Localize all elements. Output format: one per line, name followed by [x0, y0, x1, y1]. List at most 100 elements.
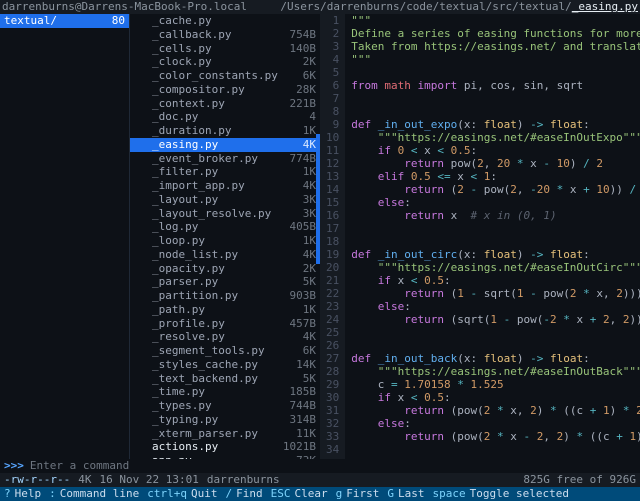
file-size: 774B: [290, 152, 317, 166]
help-text: Toggle selected: [470, 487, 569, 501]
file-row[interactable]: _color_constants.py6K: [130, 69, 320, 83]
file-row[interactable]: _layout.py 3K: [130, 193, 320, 207]
file-row[interactable]: _profile.py 457B: [130, 317, 320, 331]
file-name: _easing.py: [152, 138, 218, 152]
file-name: _types.py: [152, 399, 212, 413]
file-owner-label: darrenburns: [207, 473, 280, 487]
file-name: _time.py: [152, 385, 205, 399]
file-name: _context.py: [152, 97, 225, 111]
file-size: 5K: [303, 372, 316, 386]
help-text: Find: [236, 487, 263, 501]
file-size: 11K: [296, 427, 316, 441]
file-row[interactable]: actions.py1021B: [130, 440, 320, 454]
file-row[interactable]: _import_app.py4K: [130, 179, 320, 193]
file-name: _loop.py: [152, 234, 205, 248]
file-size: 744B: [290, 399, 317, 413]
file-row[interactable]: _easing.py4K: [130, 138, 320, 152]
file-row[interactable]: _types.py 744B: [130, 399, 320, 413]
file-size: 4K: [303, 248, 316, 262]
file-row[interactable]: _typing.py314B: [130, 413, 320, 427]
file-row[interactable]: _cache.py: [130, 14, 320, 28]
help-text: Command line: [60, 487, 139, 501]
help-key[interactable]: /: [225, 487, 232, 501]
file-row[interactable]: _node_list.py4K: [130, 248, 320, 262]
help-text: First: [346, 487, 379, 501]
file-row[interactable]: _opacity.py 2K: [130, 262, 320, 276]
current-file: _easing.py: [572, 0, 638, 13]
file-row[interactable]: _duration.py1K: [130, 124, 320, 138]
scrollbar-indicator[interactable]: [316, 134, 320, 264]
file-size: 1K: [303, 234, 316, 248]
file-row[interactable]: _partition.py903B: [130, 289, 320, 303]
file-row[interactable]: _styles_cache.py 14K: [130, 358, 320, 372]
help-key[interactable]: space: [432, 487, 465, 501]
file-row[interactable]: _doc.py4: [130, 110, 320, 124]
file-size: 28K: [296, 83, 316, 97]
help-key[interactable]: g: [336, 487, 343, 501]
file-name: _partition.py: [152, 289, 238, 303]
file-row[interactable]: _path.py1K: [130, 303, 320, 317]
file-row[interactable]: _parser.py5K: [130, 275, 320, 289]
file-row[interactable]: _xterm_parser.py11K: [130, 427, 320, 441]
help-text: Last: [398, 487, 425, 501]
file-row[interactable]: _time.py185B: [130, 385, 320, 399]
help-bar: ? Help : Command line ctrl+q Quit / Find…: [0, 487, 640, 501]
file-size: 4K: [303, 330, 316, 344]
file-row[interactable]: _segment_tools.py 6K: [130, 344, 320, 358]
file-row[interactable]: _layout_resolve.py 3K: [130, 207, 320, 221]
file-name: _callback.py: [152, 28, 231, 42]
file-row[interactable]: _text_backend.py5K: [130, 372, 320, 386]
help-key[interactable]: :: [49, 487, 56, 501]
file-name: _duration.py: [152, 124, 231, 138]
file-name: _styles_cache.py: [152, 358, 258, 372]
help-key[interactable]: ESC: [271, 487, 291, 501]
main-area: textual/ 80 _cache.py_callback.py754B_ce…: [0, 14, 640, 459]
file-size: 457B: [290, 317, 317, 331]
file-name: _opacity.py: [152, 262, 225, 276]
file-size: 140B: [290, 42, 317, 56]
file-size: 2K: [303, 55, 316, 69]
code-editor[interactable]: 1234567891011121314151617181920212223242…: [320, 14, 640, 459]
file-row[interactable]: _compositor.py28K: [130, 83, 320, 97]
file-size: 4K: [303, 179, 316, 193]
permissions-label: -rw-r--r--: [4, 473, 70, 487]
file-row[interactable]: _filter.py1K: [130, 165, 320, 179]
status-bar: -rw-r--r-- 4K 16 Nov 22 13:01 darrenburn…: [0, 473, 640, 487]
help-label: Help: [15, 487, 42, 501]
path-label: /Users/darrenburns/code/textual/src/text…: [249, 0, 640, 14]
sidebar[interactable]: textual/ 80: [0, 14, 130, 459]
file-row[interactable]: _loop.py 1K: [130, 234, 320, 248]
file-size: 14K: [296, 358, 316, 372]
command-line[interactable]: >>> Enter a command: [0, 459, 640, 473]
file-size: 1K: [303, 303, 316, 317]
file-size: 1K: [303, 165, 316, 179]
file-name: _segment_tools.py: [152, 344, 265, 358]
disk-free-label: 825G free of 926G: [523, 473, 636, 487]
file-size: 3K: [303, 193, 316, 207]
file-row[interactable]: _event_broker.py774B: [130, 152, 320, 166]
file-size: 2K: [303, 262, 316, 276]
cwd-count: 80: [112, 14, 125, 28]
cwd-row[interactable]: textual/ 80: [0, 14, 129, 28]
file-size: 73K: [296, 454, 316, 459]
file-name: _color_constants.py: [152, 69, 278, 83]
file-row[interactable]: _context.py221B: [130, 97, 320, 111]
file-name: _layout.py: [152, 193, 218, 207]
file-name: _layout_resolve.py: [152, 207, 271, 221]
help-key[interactable]: ctrl+q: [147, 487, 187, 501]
file-row[interactable]: _log.py405B: [130, 220, 320, 234]
file-row[interactable]: _resolve.py4K: [130, 330, 320, 344]
help-key[interactable]: G: [387, 487, 394, 501]
file-size: 3K: [303, 207, 316, 221]
file-row[interactable]: _cells.py140B: [130, 42, 320, 56]
code-content: """Define a series of easing functions f…: [345, 14, 640, 459]
file-row[interactable]: _clock.py 2K: [130, 55, 320, 69]
line-gutter: 1234567891011121314151617181920212223242…: [320, 14, 345, 459]
file-size: 314B: [290, 413, 317, 427]
file-row[interactable]: _callback.py754B: [130, 28, 320, 42]
file-tree[interactable]: _cache.py_callback.py754B_cells.py140B_c…: [130, 14, 320, 459]
file-row[interactable]: app.py73K: [130, 454, 320, 459]
file-size: 6K: [303, 344, 316, 358]
file-name: _clock.py: [152, 55, 212, 69]
file-name: _profile.py: [152, 317, 225, 331]
